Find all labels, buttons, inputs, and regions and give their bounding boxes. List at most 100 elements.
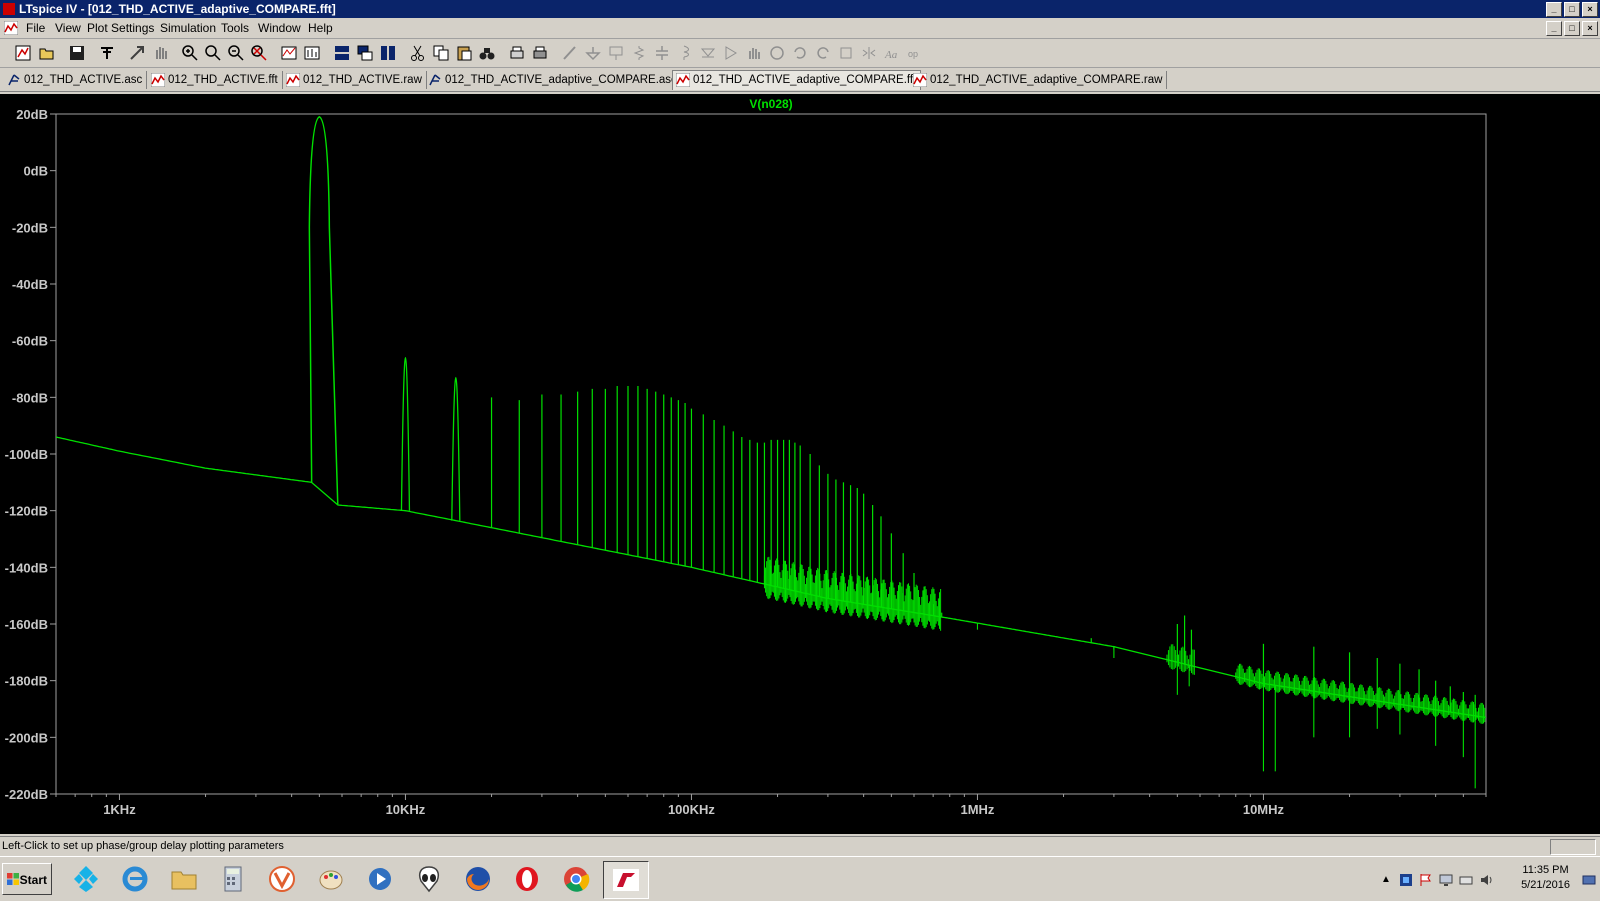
paint-icon[interactable] [309,861,353,897]
tile-vertical-icon[interactable] [379,44,397,62]
start-button[interactable]: Start [2,863,52,895]
menu-simulation[interactable]: Simulation [160,21,216,35]
zoom-out-icon[interactable] [227,44,245,62]
inductor-icon[interactable] [676,44,694,62]
window-title: LTspice IV - [012_THD_ACTIVE_adaptive_CO… [19,2,336,16]
autorange-icon[interactable] [280,44,298,62]
y-tick-label: -180dB [5,674,48,689]
find-icon[interactable] [478,44,496,62]
tab-label: 012_THD_ACTIVE.raw [303,74,422,86]
rotate-icon[interactable] [837,44,855,62]
tile-horizontal-icon[interactable] [333,44,351,62]
y-tick-label: -40dB [12,277,48,292]
y-axis[interactable]: 20dB 0dB -20dB -40dB -60dB -80dB -100dB -120dB -… [5,107,56,802]
cut-icon[interactable] [409,44,427,62]
status-message: Left-Click to set up phase/group delay p… [2,840,284,852]
mirror-icon[interactable] [860,44,878,62]
security-flag-icon[interactable] [1419,873,1433,887]
opera-icon[interactable] [505,861,549,897]
move-icon[interactable] [745,44,763,62]
media-player-icon[interactable] [358,861,402,897]
drag-icon[interactable] [768,44,786,62]
x-axis[interactable]: 1KHz 10KHz 100KHz 1MHz 10MHz [55,794,1487,817]
internet-explorer-icon[interactable] [113,861,157,897]
calculator-icon[interactable] [211,861,255,897]
ltspice-app-icon[interactable] [3,3,15,15]
file-explorer-icon[interactable] [162,861,206,897]
svg-text:op: op [908,49,918,59]
trace-v-n028[interactable] [55,116,1487,789]
control-panel-icon[interactable] [98,44,116,62]
menu-help[interactable]: Help [308,21,333,35]
ground-icon[interactable] [584,44,602,62]
spice-directive-icon[interactable]: op [906,44,924,62]
minimize-button[interactable]: _ [1546,2,1562,17]
volume-icon[interactable] [1479,873,1493,887]
doc-minimize-button[interactable]: _ [1546,21,1562,36]
alien-icon[interactable] [407,861,451,897]
show-hidden-icons-icon[interactable]: ▲ [1381,873,1395,887]
open-icon[interactable] [38,44,56,62]
firefox-icon[interactable] [456,861,500,897]
network-icon[interactable] [1399,873,1413,887]
keyboard-icon[interactable] [1459,873,1473,887]
copy-icon[interactable] [432,44,450,62]
resistor-icon[interactable] [630,44,648,62]
windows-flag-icon [7,873,19,885]
draw-wire-icon[interactable] [561,44,579,62]
trace-name[interactable]: V(n028) [749,97,792,111]
component-icon[interactable] [722,44,740,62]
waveform-icon [151,73,165,87]
capacitor-icon[interactable] [653,44,671,62]
new-schematic-icon[interactable] [14,44,32,62]
chrome-icon[interactable] [554,861,598,897]
undo-icon[interactable] [791,44,809,62]
fft-chart[interactable]: V(n028) 20dB 0dB -20dB -40dB -60dB -80dB -100d… [0,94,1600,834]
tab-012-thd-active-raw[interactable]: 012_THD_ACTIVE.raw [283,71,427,89]
x-tick-label: 1MHz [960,802,994,817]
halt-icon[interactable] [152,44,170,62]
tab-012-thd-active-adaptive-compare-raw[interactable]: 012_THD_ACTIVE_adaptive_COMPARE.raw [910,71,1168,89]
save-icon[interactable] [68,44,86,62]
doc-close-button[interactable]: × [1582,21,1598,36]
menu-tools[interactable]: Tools [221,21,249,35]
zoom-in-icon[interactable] [181,44,199,62]
tab-012-thd-active-fft[interactable]: 012_THD_ACTIVE.fft [148,71,283,89]
tab-012-thd-active-adaptive-compare-fft[interactable]: 012_THD_ACTIVE_adaptive_COMPARE.fft [672,70,922,90]
status-panel [1550,839,1596,855]
ltspice-icon[interactable] [603,861,649,899]
close-button[interactable]: × [1582,2,1598,17]
menu-file[interactable]: File [26,21,45,35]
run-icon[interactable] [128,44,146,62]
zoom-fit-icon[interactable] [250,44,268,62]
diode-icon[interactable] [699,44,717,62]
label-net-icon[interactable] [607,44,625,62]
text-icon[interactable]: Aa [883,44,901,62]
plot-settings-icon[interactable] [303,44,321,62]
waveform-plot-pane[interactable]: V(n028) 20dB 0dB -20dB -40dB -60dB -80dB -100d… [0,94,1600,834]
clock[interactable]: 11:35 PM 5/21/2016 [1521,863,1570,893]
tab-012-thd-active-adaptive-compare-asc[interactable]: 012_THD_ACTIVE_adaptive_COMPARE.asc [425,71,682,89]
x-tick-label: 100KHz [668,802,715,817]
y-tick-label: -200dB [5,730,48,745]
harmonic-peak [451,376,461,521]
redo-icon[interactable] [814,44,832,62]
zoom-area-icon[interactable] [204,44,222,62]
cascade-icon[interactable] [356,44,374,62]
waveform-doc-icon[interactable] [4,21,18,35]
y-tick-label: -220dB [5,787,48,802]
kodi-icon[interactable] [64,861,108,897]
vivaldi-icon[interactable] [260,861,304,897]
show-desktop-icon[interactable] [1582,873,1596,887]
print-icon[interactable] [531,44,549,62]
doc-restore-button[interactable]: □ [1564,21,1580,36]
paste-icon[interactable] [455,44,473,62]
menu-window[interactable]: Window [258,21,301,35]
maximize-button[interactable]: □ [1564,2,1580,17]
harmonic-peak [400,357,411,511]
tab-012-thd-active-asc[interactable]: 012_THD_ACTIVE.asc [4,71,148,89]
monitor-icon[interactable] [1439,873,1453,887]
menu-view[interactable]: View [55,21,81,35]
print-setup-icon[interactable] [508,44,526,62]
menu-plot-settings[interactable]: Plot Settings [87,21,154,35]
